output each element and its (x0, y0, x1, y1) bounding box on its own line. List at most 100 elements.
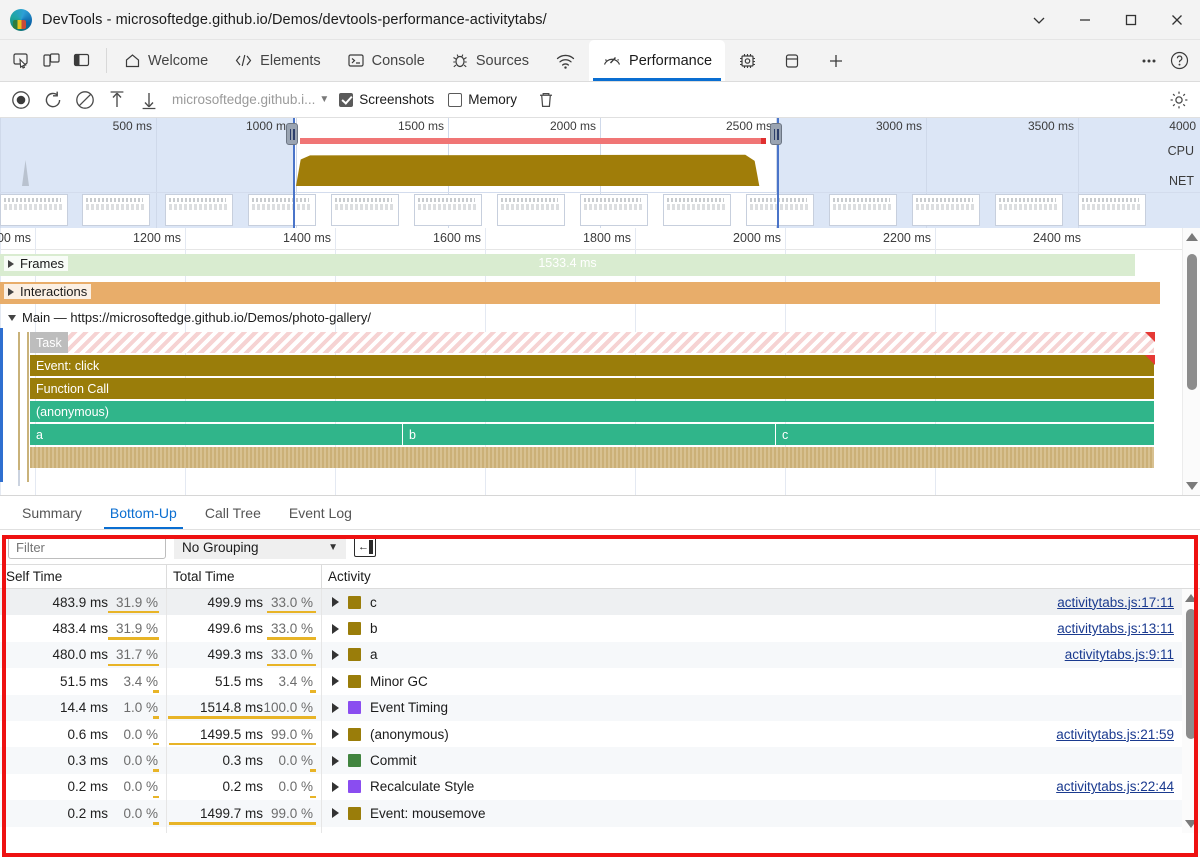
console-icon (347, 52, 365, 69)
warning-triangle-icon (1145, 332, 1155, 342)
flame-bar-b[interactable]: b (403, 424, 776, 445)
memory-chip-icon (738, 52, 757, 70)
cpu-usage-area (296, 154, 760, 186)
clear-icon[interactable] (70, 86, 100, 114)
network-icon (555, 52, 576, 70)
reload-record-icon[interactable] (38, 86, 68, 114)
chevron-right-icon[interactable] (8, 259, 14, 268)
flame-bar-function-call-label: Function Call (36, 381, 109, 396)
filmstrip-frame[interactable] (580, 194, 648, 226)
toolbar-divider (106, 48, 107, 73)
flame-bar-a-label: a (36, 427, 43, 442)
tab-application[interactable] (770, 40, 814, 81)
tab-elements[interactable]: Elements (221, 40, 333, 81)
group-header-main[interactable]: Main — https://microsoftedge.github.io/D… (4, 310, 375, 325)
scrollbar-thumb[interactable] (1187, 254, 1197, 390)
flame-chart-panel[interactable]: 00 ms 1200 ms 1400 ms 1600 ms 1800 ms 20… (0, 228, 1200, 496)
warning-triangle-icon (1145, 355, 1155, 365)
tab-event-log[interactable]: Event Log (275, 496, 366, 529)
scroll-down-icon[interactable] (1183, 477, 1200, 495)
filmstrip-frame[interactable] (746, 194, 814, 226)
filmstrip-frame[interactable] (165, 194, 233, 226)
bug-icon (451, 52, 469, 69)
inspect-element-icon[interactable] (6, 46, 36, 76)
screenshots-checkbox[interactable]: Screenshots (339, 92, 434, 107)
tab-performance[interactable]: Performance (589, 40, 726, 81)
flame-bar-event-click[interactable]: Event: click (30, 355, 1155, 376)
group-header-main-label: Main — https://microsoftedge.github.io/D… (22, 310, 372, 325)
flame-bar-function-call[interactable]: Function Call (30, 378, 1155, 399)
performance-toolbar: microsoftedge.github.i... ▼ Screenshots … (0, 82, 1200, 118)
tab-console[interactable]: Console (334, 40, 438, 81)
window-minimize-button[interactable] (1062, 0, 1108, 39)
flame-chart-scrollbar[interactable] (1182, 228, 1200, 495)
device-toolbar-icon[interactable] (36, 46, 66, 76)
tab-network[interactable] (542, 40, 589, 81)
filmstrip-frame[interactable] (1078, 194, 1146, 226)
upload-profile-icon[interactable] (102, 86, 132, 114)
flame-bar-task-label: Task (30, 332, 68, 353)
memory-checkbox[interactable]: Memory (448, 92, 517, 107)
more-options-icon[interactable] (1134, 46, 1164, 76)
flame-chart-tracks[interactable]: 1533.4 ms Frames Interactions Main — htt… (0, 250, 1200, 496)
help-icon[interactable] (1164, 46, 1194, 76)
performance-icon (602, 52, 622, 69)
flame-bar-task[interactable]: Task (30, 332, 1155, 353)
tab-console-label: Console (371, 52, 425, 69)
tab-sources[interactable]: Sources (438, 40, 542, 81)
window-maximize-button[interactable] (1108, 0, 1154, 39)
tab-add-panel[interactable] (814, 40, 858, 81)
download-profile-icon[interactable] (134, 86, 164, 114)
filmstrip-frame[interactable] (0, 194, 68, 226)
track-divider (18, 332, 20, 482)
flame-bar-anonymous-label: (anonymous) (36, 404, 109, 419)
tab-welcome-label: Welcome (148, 52, 209, 69)
flame-bar-anonymous[interactable]: (anonymous) (30, 401, 1155, 422)
highlight-annotation-box (2, 535, 1198, 857)
overview-right-handle[interactable] (770, 123, 782, 145)
delete-icon[interactable] (531, 86, 561, 114)
flame-chart-ruler: 00 ms 1200 ms 1400 ms 1600 ms 1800 ms 20… (0, 228, 1200, 495)
settings-gear-icon[interactable] (1164, 86, 1194, 114)
filmstrip-frame[interactable] (497, 194, 565, 226)
home-icon (124, 52, 141, 69)
timeline-overview[interactable]: 500 ms 1000 ms 1500 ms 2000 ms 2500 ms 3… (0, 118, 1200, 228)
memory-checkbox-box[interactable] (448, 92, 463, 107)
flame-bar-c[interactable]: c (776, 424, 1155, 445)
filmstrip-frame[interactable] (414, 194, 482, 226)
cpu-spike (22, 160, 29, 186)
scroll-up-icon[interactable] (1183, 228, 1200, 246)
tab-bottom-up[interactable]: Bottom-Up (96, 496, 191, 529)
flame-bar-b-label: b (409, 427, 416, 442)
chevron-down-icon[interactable] (8, 314, 16, 321)
tab-summary[interactable]: Summary (8, 496, 96, 529)
filmstrip-frame[interactable] (995, 194, 1063, 226)
filmstrip-frame[interactable] (912, 194, 980, 226)
chevron-right-icon[interactable] (8, 287, 14, 296)
filmstrip-frame[interactable] (663, 194, 731, 226)
interactions-track-band[interactable] (0, 282, 1160, 304)
flame-bar-minor-gc-row[interactable] (30, 447, 1155, 468)
filmstrip-frame[interactable] (331, 194, 399, 226)
tab-memory[interactable] (725, 40, 770, 81)
tab-welcome[interactable]: Welcome (111, 40, 221, 81)
window-close-button[interactable] (1154, 0, 1200, 39)
window-more-button[interactable] (1016, 0, 1062, 39)
flame-bar-a[interactable]: a (30, 424, 403, 445)
group-header-interactions[interactable]: Interactions (4, 284, 92, 299)
tabstrip-right-actions (1125, 40, 1200, 81)
group-header-frames[interactable]: Frames (4, 256, 69, 271)
filmstrip-frame[interactable] (82, 194, 150, 226)
filmstrip-frame[interactable] (248, 194, 316, 226)
flame-bar-event-click-label: Event: click (36, 358, 100, 373)
filmstrip-frame[interactable] (829, 194, 897, 226)
tab-call-tree[interactable]: Call Tree (191, 496, 275, 529)
overview-left-handle[interactable] (286, 123, 298, 145)
dock-side-icon[interactable] (66, 46, 96, 76)
tab-sources-label: Sources (475, 52, 530, 69)
tab-performance-label: Performance (629, 52, 713, 69)
record-icon[interactable] (6, 86, 36, 114)
chevron-down-icon[interactable]: ▼ (319, 94, 329, 105)
screenshots-checkbox-box[interactable] (339, 92, 354, 107)
frames-track-band[interactable]: 1533.4 ms (0, 254, 1135, 276)
